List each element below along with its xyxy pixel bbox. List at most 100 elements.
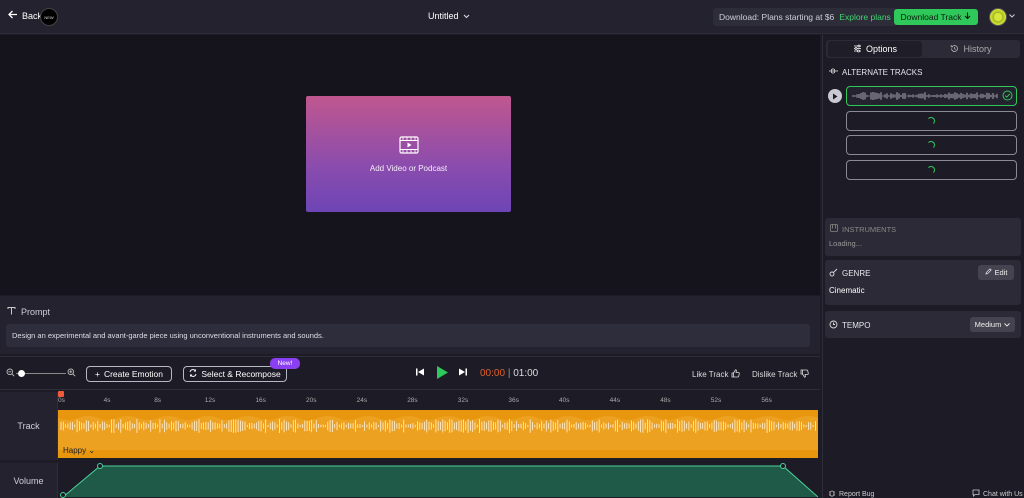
loading-spinner-icon bbox=[927, 117, 935, 125]
loading-spinner-icon bbox=[927, 166, 935, 174]
download-track-button[interactable]: Download Track bbox=[894, 9, 978, 25]
alternate-tracks-title: ALTERNATE TRACKS bbox=[842, 67, 923, 77]
ruler-tick: 0s bbox=[58, 397, 65, 404]
volume-envelope-fill bbox=[63, 466, 818, 497]
genre-edit-label: Edit bbox=[994, 268, 1008, 277]
prompt-title: Prompt bbox=[21, 306, 51, 317]
tab-options-label: Options bbox=[865, 44, 898, 54]
tab-options[interactable]: Options bbox=[828, 41, 922, 57]
ruler-tick: 28s bbox=[407, 397, 418, 404]
ruler-tick: 20s bbox=[306, 397, 317, 404]
create-emotion-button[interactable]: + Create Emotion bbox=[86, 366, 172, 382]
tempo-title: TEMPO bbox=[842, 321, 871, 330]
back-label: Back bbox=[22, 10, 43, 21]
current-time: 00:00 bbox=[480, 368, 506, 379]
select-recompose-button[interactable]: Select & Recompose bbox=[183, 366, 287, 382]
playhead[interactable] bbox=[58, 391, 64, 397]
volume-keyframe[interactable] bbox=[60, 492, 66, 498]
ruler-tick: 16s bbox=[255, 397, 266, 404]
total-time: 01:00 bbox=[513, 368, 539, 379]
alternate-waveform bbox=[852, 92, 998, 100]
pencil-icon bbox=[985, 268, 992, 277]
mood-label: Happy bbox=[63, 446, 87, 455]
download-label: Download Track bbox=[900, 12, 962, 22]
skip-forward-button[interactable] bbox=[458, 367, 468, 380]
history-icon bbox=[950, 44, 959, 55]
dislike-label: Dislike Track bbox=[752, 370, 798, 379]
chat-link[interactable]: Chat with Us bbox=[972, 489, 1023, 498]
prompt-header: Prompt bbox=[7, 306, 50, 317]
project-title: Untitled bbox=[428, 11, 459, 21]
zoom-in-icon[interactable] bbox=[67, 368, 76, 379]
tab-history[interactable]: History bbox=[924, 41, 1018, 57]
add-video-button[interactable]: Add Video or Podcast bbox=[306, 96, 511, 212]
mood-dropdown[interactable]: Happy ⌄ bbox=[63, 446, 95, 455]
new-badge: New! bbox=[270, 358, 300, 369]
prompt-input[interactable]: Design an experimental and avant-garde p… bbox=[6, 324, 810, 347]
chevron-down-icon bbox=[463, 11, 470, 21]
skip-back-button[interactable] bbox=[415, 367, 425, 380]
user-avatar[interactable] bbox=[989, 8, 1007, 26]
genre-title: GENRE bbox=[842, 269, 871, 278]
ruler-tick: 4s bbox=[103, 397, 111, 404]
zoom-out-icon[interactable] bbox=[6, 368, 15, 379]
chevron-down-icon: ⌄ bbox=[88, 446, 96, 455]
report-bug-label: Report Bug bbox=[839, 490, 875, 498]
instruments-loading: Loading... bbox=[829, 239, 862, 248]
track-waveform bbox=[58, 416, 818, 450]
clock-icon bbox=[829, 320, 838, 331]
explore-plans-link[interactable]: Explore plans bbox=[839, 12, 891, 22]
zoom-slider-handle[interactable] bbox=[18, 370, 25, 377]
sliders-icon bbox=[853, 44, 862, 55]
add-video-label: Add Video or Podcast bbox=[369, 163, 448, 173]
tempo-value: Medium bbox=[974, 320, 1002, 329]
arrow-left-icon bbox=[8, 10, 18, 21]
genre-edit-button[interactable]: Edit bbox=[978, 265, 1014, 280]
thumbs-down-icon bbox=[800, 369, 810, 380]
chevron-down-icon[interactable] bbox=[1009, 11, 1015, 20]
plan-banner: Download: Plans starting at $6 Explore p… bbox=[713, 8, 897, 26]
waveform-icon bbox=[829, 67, 838, 77]
app-logo: NEW bbox=[40, 8, 58, 26]
volume-keyframe[interactable] bbox=[780, 463, 786, 469]
ruler-tick: 24s bbox=[356, 397, 368, 404]
dislike-track-button[interactable]: Dislike Track bbox=[752, 369, 810, 380]
alternate-track-4[interactable] bbox=[846, 160, 1017, 180]
ruler-tick: 36s bbox=[508, 397, 519, 404]
create-emotion-label: Create Emotion bbox=[103, 369, 164, 379]
back-button[interactable]: Back bbox=[8, 10, 42, 21]
plan-text: Download: Plans starting at $6 bbox=[719, 12, 835, 22]
alternate-track-1[interactable] bbox=[846, 86, 1017, 106]
alternate-tracks-header: ALTERNATE TRACKS bbox=[829, 67, 922, 77]
time-ruler[interactable]: 0s 4s 8s 12s 16s 20s 24s 28s 32s 36s 40s 44s 48s 52s 5… bbox=[58, 392, 818, 408]
like-track-button[interactable]: Like Track bbox=[692, 369, 741, 380]
loading-spinner-icon bbox=[927, 141, 935, 149]
bug-icon bbox=[828, 489, 836, 498]
volume-keyframe[interactable] bbox=[97, 463, 103, 469]
music-track-clip[interactable] bbox=[58, 410, 818, 458]
instruments-icon bbox=[830, 224, 838, 234]
ruler-tick: 52s bbox=[710, 397, 722, 404]
alternate-play-button[interactable] bbox=[828, 89, 842, 103]
genre-header: GENRE bbox=[829, 268, 870, 279]
arrow-down-icon bbox=[964, 12, 971, 22]
chat-label: Chat with Us bbox=[983, 490, 1023, 498]
ruler-tick: 8s bbox=[154, 397, 162, 404]
text-format-icon bbox=[7, 306, 16, 317]
track-row-label: Track bbox=[0, 392, 58, 460]
volume-envelope[interactable] bbox=[58, 462, 819, 498]
ruler-tick: 48s bbox=[660, 397, 671, 404]
recompose-icon bbox=[189, 369, 197, 379]
alternate-track-3[interactable] bbox=[846, 135, 1017, 155]
plus-icon: + bbox=[94, 369, 100, 379]
play-button[interactable] bbox=[436, 365, 449, 382]
tab-history-label: History bbox=[963, 44, 992, 54]
genre-value: Cinematic bbox=[829, 286, 865, 295]
check-circle-icon bbox=[1002, 90, 1013, 103]
ruler-tick: 56s bbox=[761, 397, 772, 404]
alternate-track-2[interactable] bbox=[846, 111, 1017, 131]
project-title-dropdown[interactable]: Untitled bbox=[428, 11, 470, 21]
ruler-tick: 32s bbox=[457, 397, 469, 404]
report-bug-link[interactable]: Report Bug bbox=[828, 489, 874, 498]
tempo-select[interactable]: Medium bbox=[970, 317, 1015, 332]
